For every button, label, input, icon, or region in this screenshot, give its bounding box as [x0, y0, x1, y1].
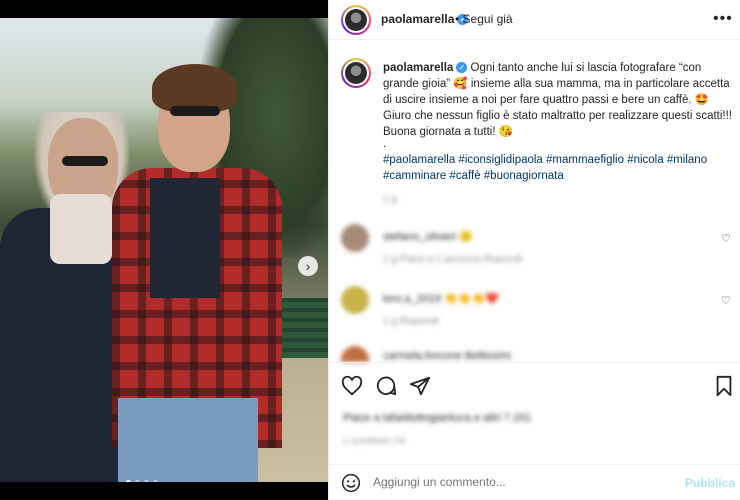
- comment-meta: 1 g Rispondi: [383, 316, 439, 327]
- likes-count[interactable]: Piace a lafaidiottogianluca e altri 7.15…: [343, 412, 531, 424]
- verified-icon: ✓: [456, 62, 468, 74]
- comment-text: carmela.forcone Bellissimi: [383, 350, 511, 362]
- avatar[interactable]: [341, 286, 369, 314]
- caption: paolamarella ✓ Ogni tanto anche lui si la…: [383, 60, 735, 140]
- comment-text: loro.a_2019 👏👏👏❤️: [383, 293, 499, 305]
- comment-icon[interactable]: [375, 375, 397, 397]
- man-hair: [152, 64, 238, 112]
- man-sweater: [150, 178, 220, 298]
- avatar[interactable]: [341, 5, 371, 35]
- post-viewer: › paolamarella ✓ • Segui già ••• paolamar…: [0, 0, 740, 500]
- username-text[interactable]: paolamarella: [381, 12, 454, 26]
- carousel-dot: [144, 480, 149, 482]
- post-side-panel: paolamarella ✓ • Segui già ••• paolamarel…: [328, 0, 740, 500]
- publish-button[interactable]: Pubblica: [685, 476, 735, 490]
- caption-avatar[interactable]: [341, 58, 371, 88]
- caption-dot: .: [383, 138, 387, 150]
- carousel-dots: [126, 480, 158, 482]
- add-comment-bar: Pubblica: [329, 464, 740, 500]
- follow-status[interactable]: • Segui già: [455, 12, 513, 26]
- more-options-icon[interactable]: •••: [713, 10, 733, 28]
- next-photo-button[interactable]: ›: [298, 256, 318, 276]
- action-bar: [329, 362, 740, 410]
- man-sunglasses: [170, 106, 220, 116]
- carousel-dot: [135, 480, 140, 482]
- comment-like-icon[interactable]: ♡: [721, 294, 731, 307]
- comment-text: stefano_olivieri 🙂: [383, 231, 474, 243]
- avatar[interactable]: [341, 346, 369, 362]
- follow-label[interactable]: Segui già: [463, 12, 513, 26]
- comment-meta: 1 g Piace a 1 persona Rispondi: [383, 254, 522, 265]
- comment-item: carmela.forcone Bellissimi: [329, 346, 740, 362]
- chevron-right-icon: ›: [305, 258, 311, 274]
- comment-like-icon[interactable]: ♡: [721, 232, 731, 245]
- carousel-dot: [126, 480, 131, 482]
- carousel-dot: [153, 480, 158, 482]
- caption-time: 1 g: [383, 194, 397, 205]
- woman-sunglasses: [62, 156, 108, 166]
- comment-input[interactable]: [373, 475, 673, 489]
- caption-username[interactable]: paolamarella: [383, 62, 453, 74]
- heart-icon[interactable]: [341, 375, 363, 397]
- hashtags[interactable]: #paolamarella #iconsiglidipaola #mammaef…: [383, 152, 733, 184]
- avatar[interactable]: [341, 224, 369, 252]
- share-icon[interactable]: [409, 375, 431, 397]
- man-jeans: [118, 398, 258, 482]
- post-photo[interactable]: ›: [0, 18, 328, 482]
- bookmark-icon[interactable]: [713, 375, 735, 397]
- emoji-icon[interactable]: [341, 473, 361, 493]
- woman-scarf: [50, 194, 112, 264]
- post-date: 1 GIORNO FA: [343, 436, 407, 446]
- post-header: paolamarella ✓ • Segui già •••: [329, 0, 740, 40]
